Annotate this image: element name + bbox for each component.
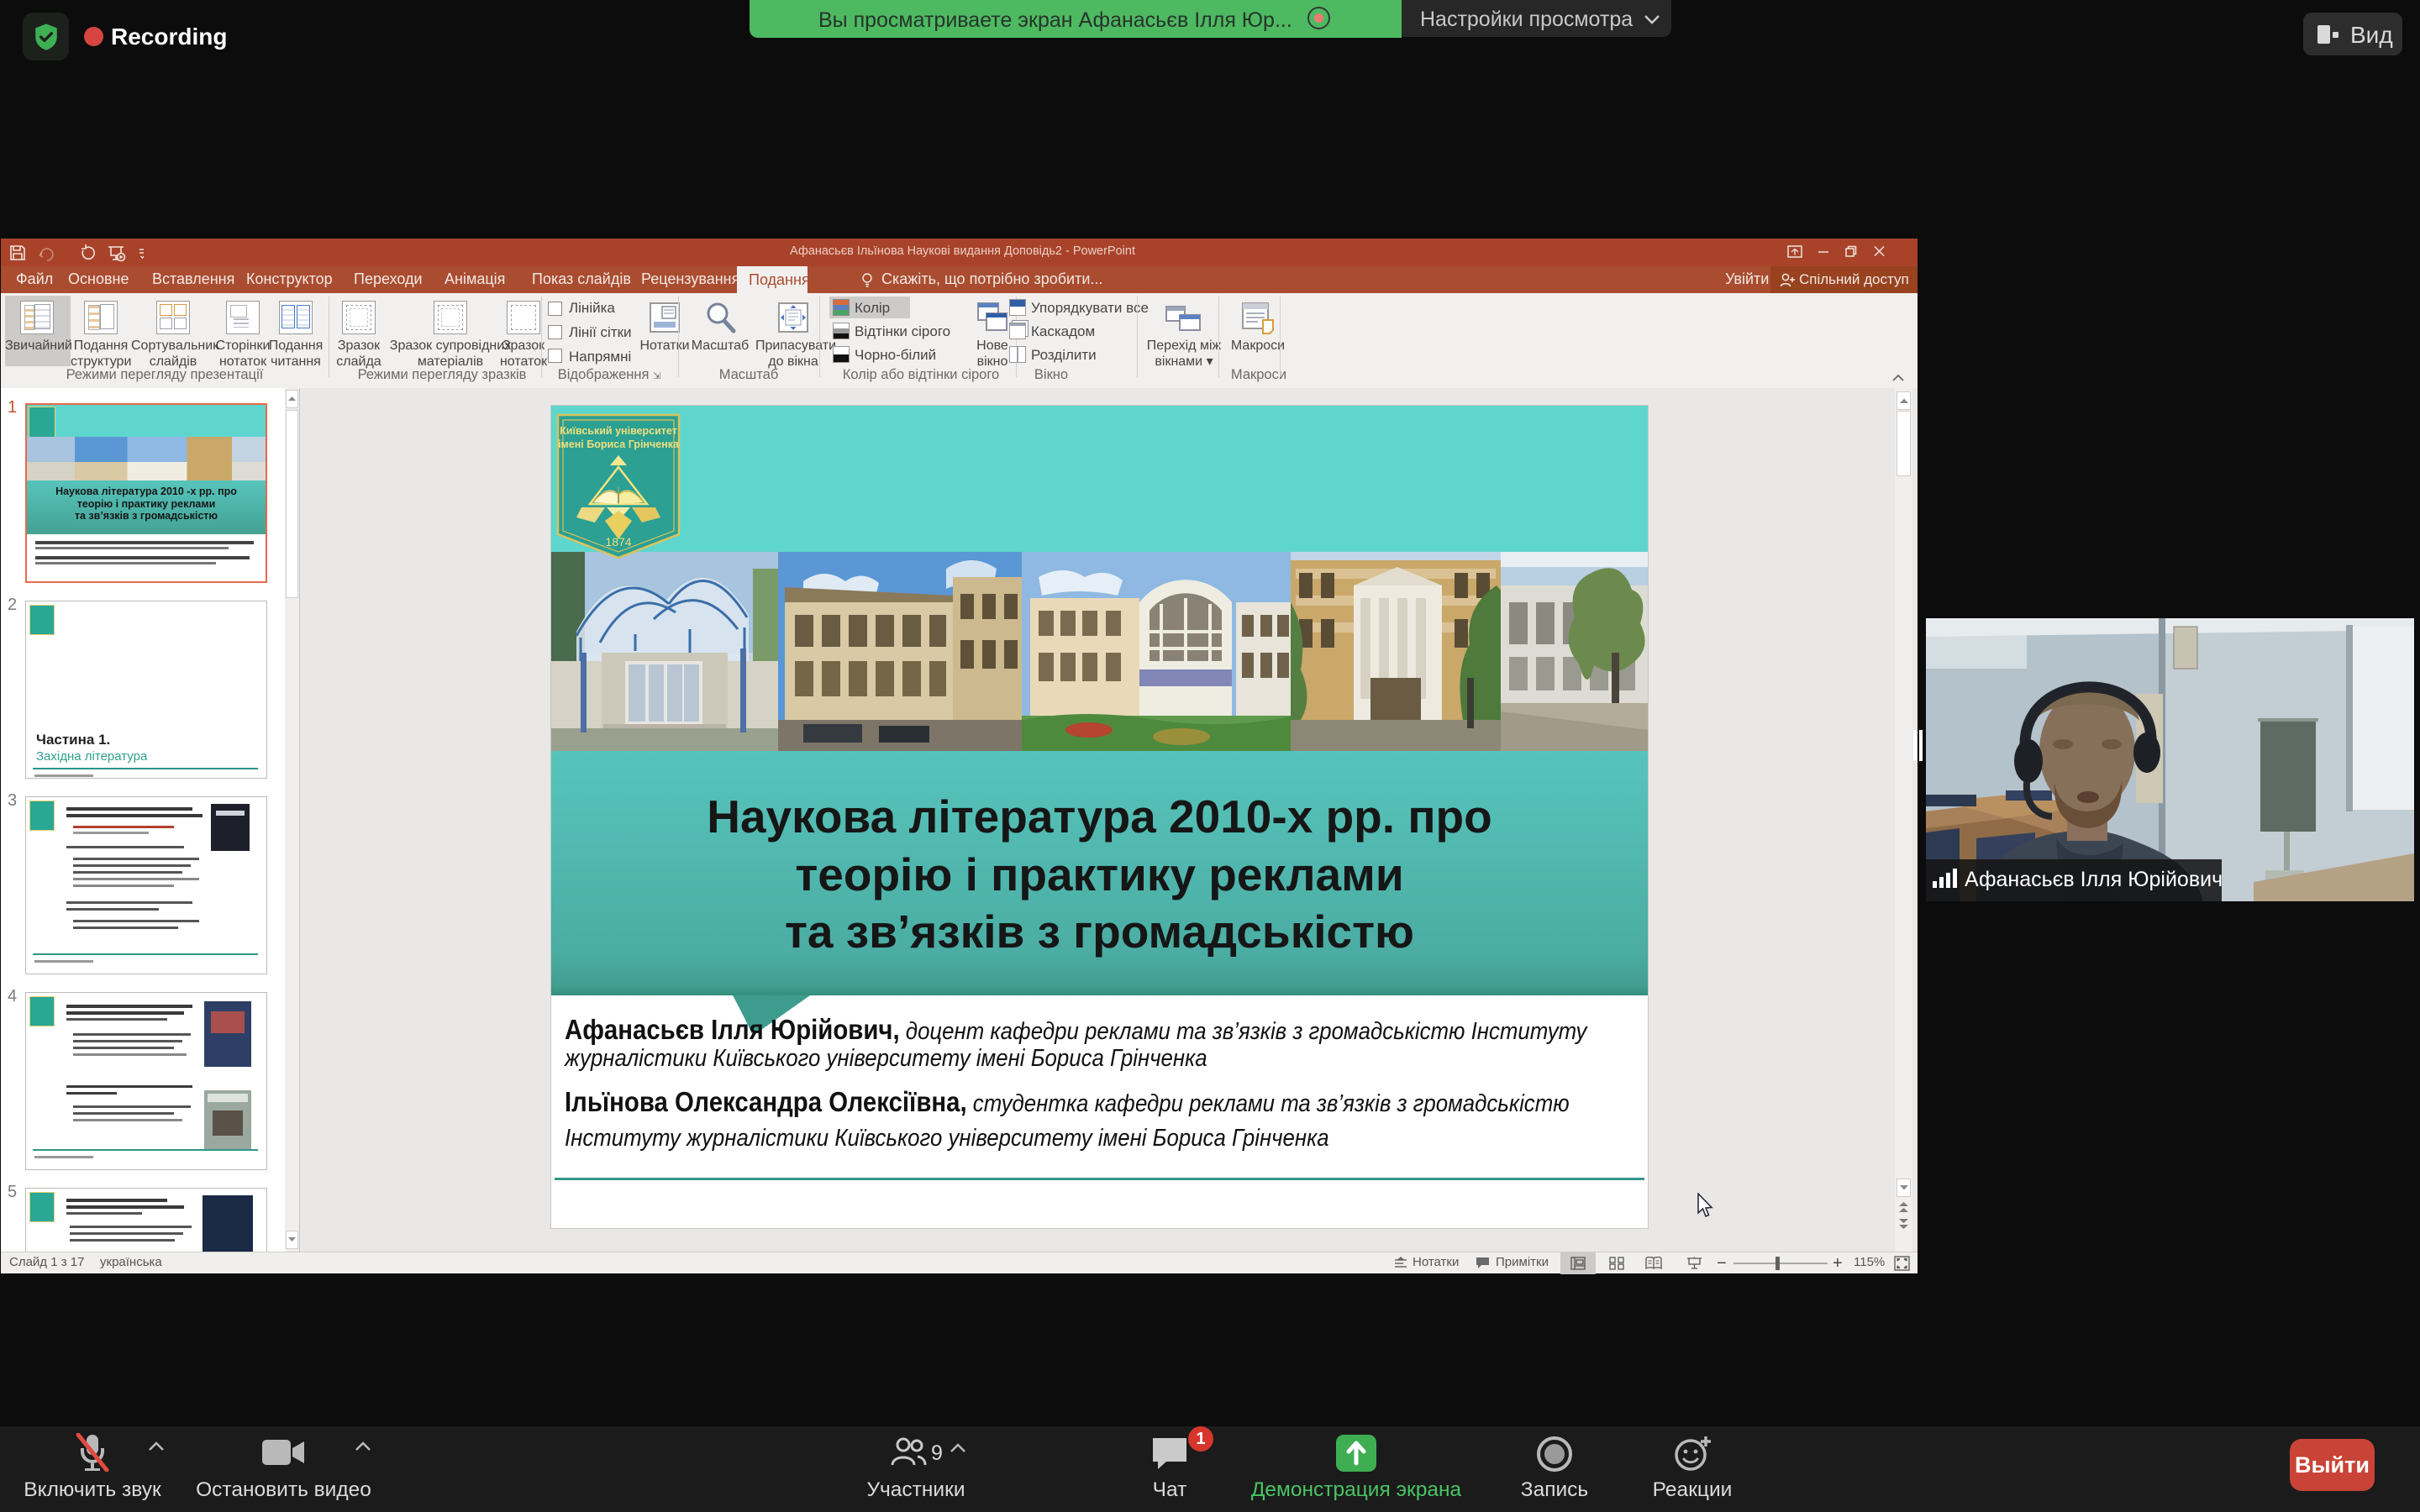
svg-text:Афанасьєв Ілля Юрійович: Афанасьєв Ілля Юрійович: [1965, 868, 2223, 891]
svg-text:1874: 1874: [605, 535, 631, 549]
svg-text:імені Бориса Грінченка: імені Бориса Грінченка: [558, 438, 680, 450]
svg-text:Київський університет: Київський університет: [560, 425, 677, 437]
